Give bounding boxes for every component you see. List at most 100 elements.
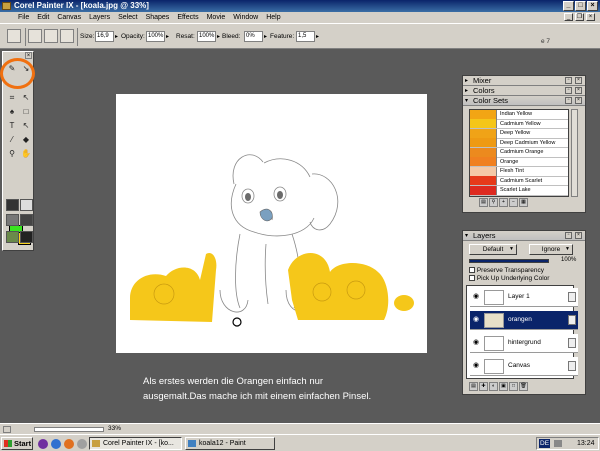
menu-shapes[interactable]: Shapes bbox=[142, 12, 174, 23]
menu-movie[interactable]: Movie bbox=[203, 12, 230, 23]
opacity-input[interactable]: 100% bbox=[146, 31, 165, 42]
panel-menu-icon[interactable]: ▫ bbox=[565, 87, 572, 94]
mixer-panel-header[interactable]: ▸ Mixer ▫ × bbox=[463, 76, 585, 86]
nozzle-selector-icon[interactable] bbox=[6, 231, 19, 243]
color-set-item[interactable]: Cadmium Orange bbox=[470, 147, 568, 158]
gradient-selector-icon[interactable] bbox=[20, 199, 33, 211]
taskbar-button-painter[interactable]: Corel Painter IX - [ko... bbox=[89, 437, 182, 450]
crop-tool-icon[interactable]: ⌗ bbox=[6, 92, 18, 103]
color-set-scrollbar[interactable] bbox=[571, 109, 578, 197]
color-set-item[interactable]: Flesh Tint bbox=[470, 166, 568, 177]
paint-bucket-icon[interactable]: ◆ bbox=[20, 134, 32, 145]
composite-method-select[interactable]: Default ▼ bbox=[469, 244, 517, 255]
color-set-item[interactable]: Cadmium Scarlet bbox=[470, 176, 568, 186]
feature-input[interactable]: 1,5 bbox=[296, 31, 315, 42]
add-color-icon[interactable]: + bbox=[499, 198, 508, 207]
preserve-transparency-row[interactable]: Preserve Transparency bbox=[469, 267, 544, 274]
color-set-item[interactable]: Deep Cadmium Yellow bbox=[470, 138, 568, 148]
color-set-item[interactable]: Orange bbox=[470, 157, 568, 167]
taskbar-button-paint[interactable]: koala12 - Paint bbox=[185, 437, 275, 450]
bleed-slider-arrow-icon[interactable]: ▸ bbox=[264, 33, 267, 40]
language-indicator[interactable]: DE bbox=[539, 439, 551, 448]
layer-commands-icon[interactable]: ▤ bbox=[469, 382, 478, 391]
document-canvas[interactable] bbox=[116, 94, 427, 353]
eye-icon[interactable]: ◉ bbox=[472, 316, 480, 324]
opacity-slider-arrow-icon[interactable]: ▸ bbox=[166, 33, 169, 40]
panel-menu-icon[interactable]: ▫ bbox=[565, 232, 572, 239]
colors-panel-header[interactable]: ▸ Colors ▫ × bbox=[463, 86, 585, 96]
pick-up-color-row[interactable]: Pick Up Underlying Color bbox=[469, 275, 549, 282]
eye-icon[interactable]: ◉ bbox=[472, 339, 480, 347]
dynamic-plugins-icon[interactable]: ✚ bbox=[479, 382, 488, 391]
stroke-straight-icon[interactable] bbox=[44, 29, 58, 43]
magnifier-icon[interactable]: ⚲ bbox=[6, 148, 18, 159]
panel-close-icon[interactable]: × bbox=[575, 87, 582, 94]
menu-edit[interactable]: Edit bbox=[33, 12, 53, 23]
zoom-icon[interactable] bbox=[3, 426, 11, 433]
menu-canvas[interactable]: Canvas bbox=[53, 12, 85, 23]
feature-slider-arrow-icon[interactable]: ▸ bbox=[316, 33, 319, 40]
document-menu-icon[interactable] bbox=[4, 12, 14, 23]
quicklaunch-browser-icon[interactable] bbox=[51, 439, 61, 449]
color-sets-panel-header[interactable]: ▾ Color Sets ▫ × bbox=[463, 96, 585, 106]
panel-close-icon[interactable]: × bbox=[575, 77, 582, 84]
panel-menu-icon[interactable]: ▫ bbox=[565, 97, 572, 104]
layer-row-selected[interactable]: ◉ orangen bbox=[470, 311, 578, 330]
menu-select[interactable]: Select bbox=[114, 12, 141, 23]
lasso-tool-icon[interactable]: ↖ bbox=[20, 92, 32, 103]
quicklaunch-app-icon[interactable] bbox=[38, 439, 48, 449]
pick-up-color-checkbox[interactable] bbox=[469, 275, 475, 282]
size-slider-arrow-icon[interactable]: ▸ bbox=[115, 33, 118, 40]
layer-row[interactable]: ◉ Canvas bbox=[470, 357, 578, 376]
panel-close-icon[interactable]: × bbox=[575, 232, 582, 239]
look-selector-icon[interactable] bbox=[20, 231, 33, 243]
rectangle-tool-icon[interactable]: □ bbox=[20, 106, 32, 117]
reset-icon[interactable] bbox=[60, 29, 74, 43]
eye-icon[interactable]: ◉ bbox=[472, 293, 480, 301]
color-set-library-icon[interactable]: ▤ bbox=[479, 198, 488, 207]
minimize-icon[interactable]: _ bbox=[563, 1, 574, 11]
doc-restore-icon[interactable]: ❐ bbox=[575, 13, 584, 21]
menu-layers[interactable]: Layers bbox=[85, 12, 114, 23]
maximize-icon[interactable]: □ bbox=[575, 1, 586, 11]
color-set-item[interactable]: Indian Yellow bbox=[470, 109, 568, 120]
weaving-selector-icon[interactable] bbox=[20, 214, 33, 226]
doc-close-icon[interactable]: × bbox=[586, 13, 595, 21]
shape-select-icon[interactable]: ↖ bbox=[20, 120, 32, 131]
preserve-transparency-checkbox[interactable] bbox=[469, 267, 475, 274]
menu-window[interactable]: Window bbox=[229, 12, 262, 23]
new-layer-icon[interactable]: □ bbox=[509, 382, 518, 391]
zoom-slider[interactable] bbox=[34, 427, 104, 432]
color-set-item[interactable]: Cadmium Yellow bbox=[470, 119, 568, 129]
layer-mask-icon[interactable]: ◐ bbox=[489, 382, 498, 391]
eye-icon[interactable]: ◉ bbox=[472, 362, 480, 370]
size-input[interactable]: 16,9 bbox=[95, 31, 114, 42]
color-set-item[interactable]: Deep Yellow bbox=[470, 128, 568, 139]
pattern-selector-icon[interactable] bbox=[6, 214, 19, 226]
color-set-item[interactable]: Scarlet Lake bbox=[470, 185, 568, 196]
menu-help[interactable]: Help bbox=[262, 12, 284, 23]
eyedropper-icon[interactable]: ⁄ bbox=[6, 134, 18, 145]
text-tool-icon[interactable]: T bbox=[6, 120, 18, 131]
resat-slider-arrow-icon[interactable]: ▸ bbox=[217, 33, 220, 40]
remove-color-icon[interactable]: − bbox=[509, 198, 518, 207]
bleed-input[interactable]: 0% bbox=[244, 31, 263, 42]
composite-depth-select[interactable]: Ignore ▼ bbox=[529, 244, 573, 255]
menu-effects[interactable]: Effects bbox=[173, 12, 202, 23]
color-set-search-icon[interactable]: ⚲ bbox=[489, 198, 498, 207]
grabber-hand-icon[interactable]: ✋ bbox=[20, 148, 32, 159]
color-set-view-icon[interactable]: ▦ bbox=[519, 198, 528, 207]
close-icon[interactable]: × bbox=[587, 1, 598, 11]
tray-icon[interactable] bbox=[554, 440, 562, 447]
quicklaunch-tool-icon[interactable] bbox=[77, 439, 87, 449]
pen-tool-icon[interactable]: ♠ bbox=[6, 106, 18, 117]
paper-selector-icon[interactable] bbox=[6, 199, 19, 211]
new-group-icon[interactable]: ▣ bbox=[499, 382, 508, 391]
toolbox-close-icon[interactable]: × bbox=[25, 52, 32, 59]
panel-menu-icon[interactable]: ▫ bbox=[565, 77, 572, 84]
menu-file[interactable]: File bbox=[14, 12, 33, 23]
stroke-freehand-icon[interactable] bbox=[28, 29, 42, 43]
resat-input[interactable]: 100% bbox=[197, 31, 216, 42]
layer-row[interactable]: ◉ Layer 1 bbox=[470, 288, 578, 307]
layers-panel-header[interactable]: ▾ Layers ▫ × bbox=[463, 231, 585, 241]
